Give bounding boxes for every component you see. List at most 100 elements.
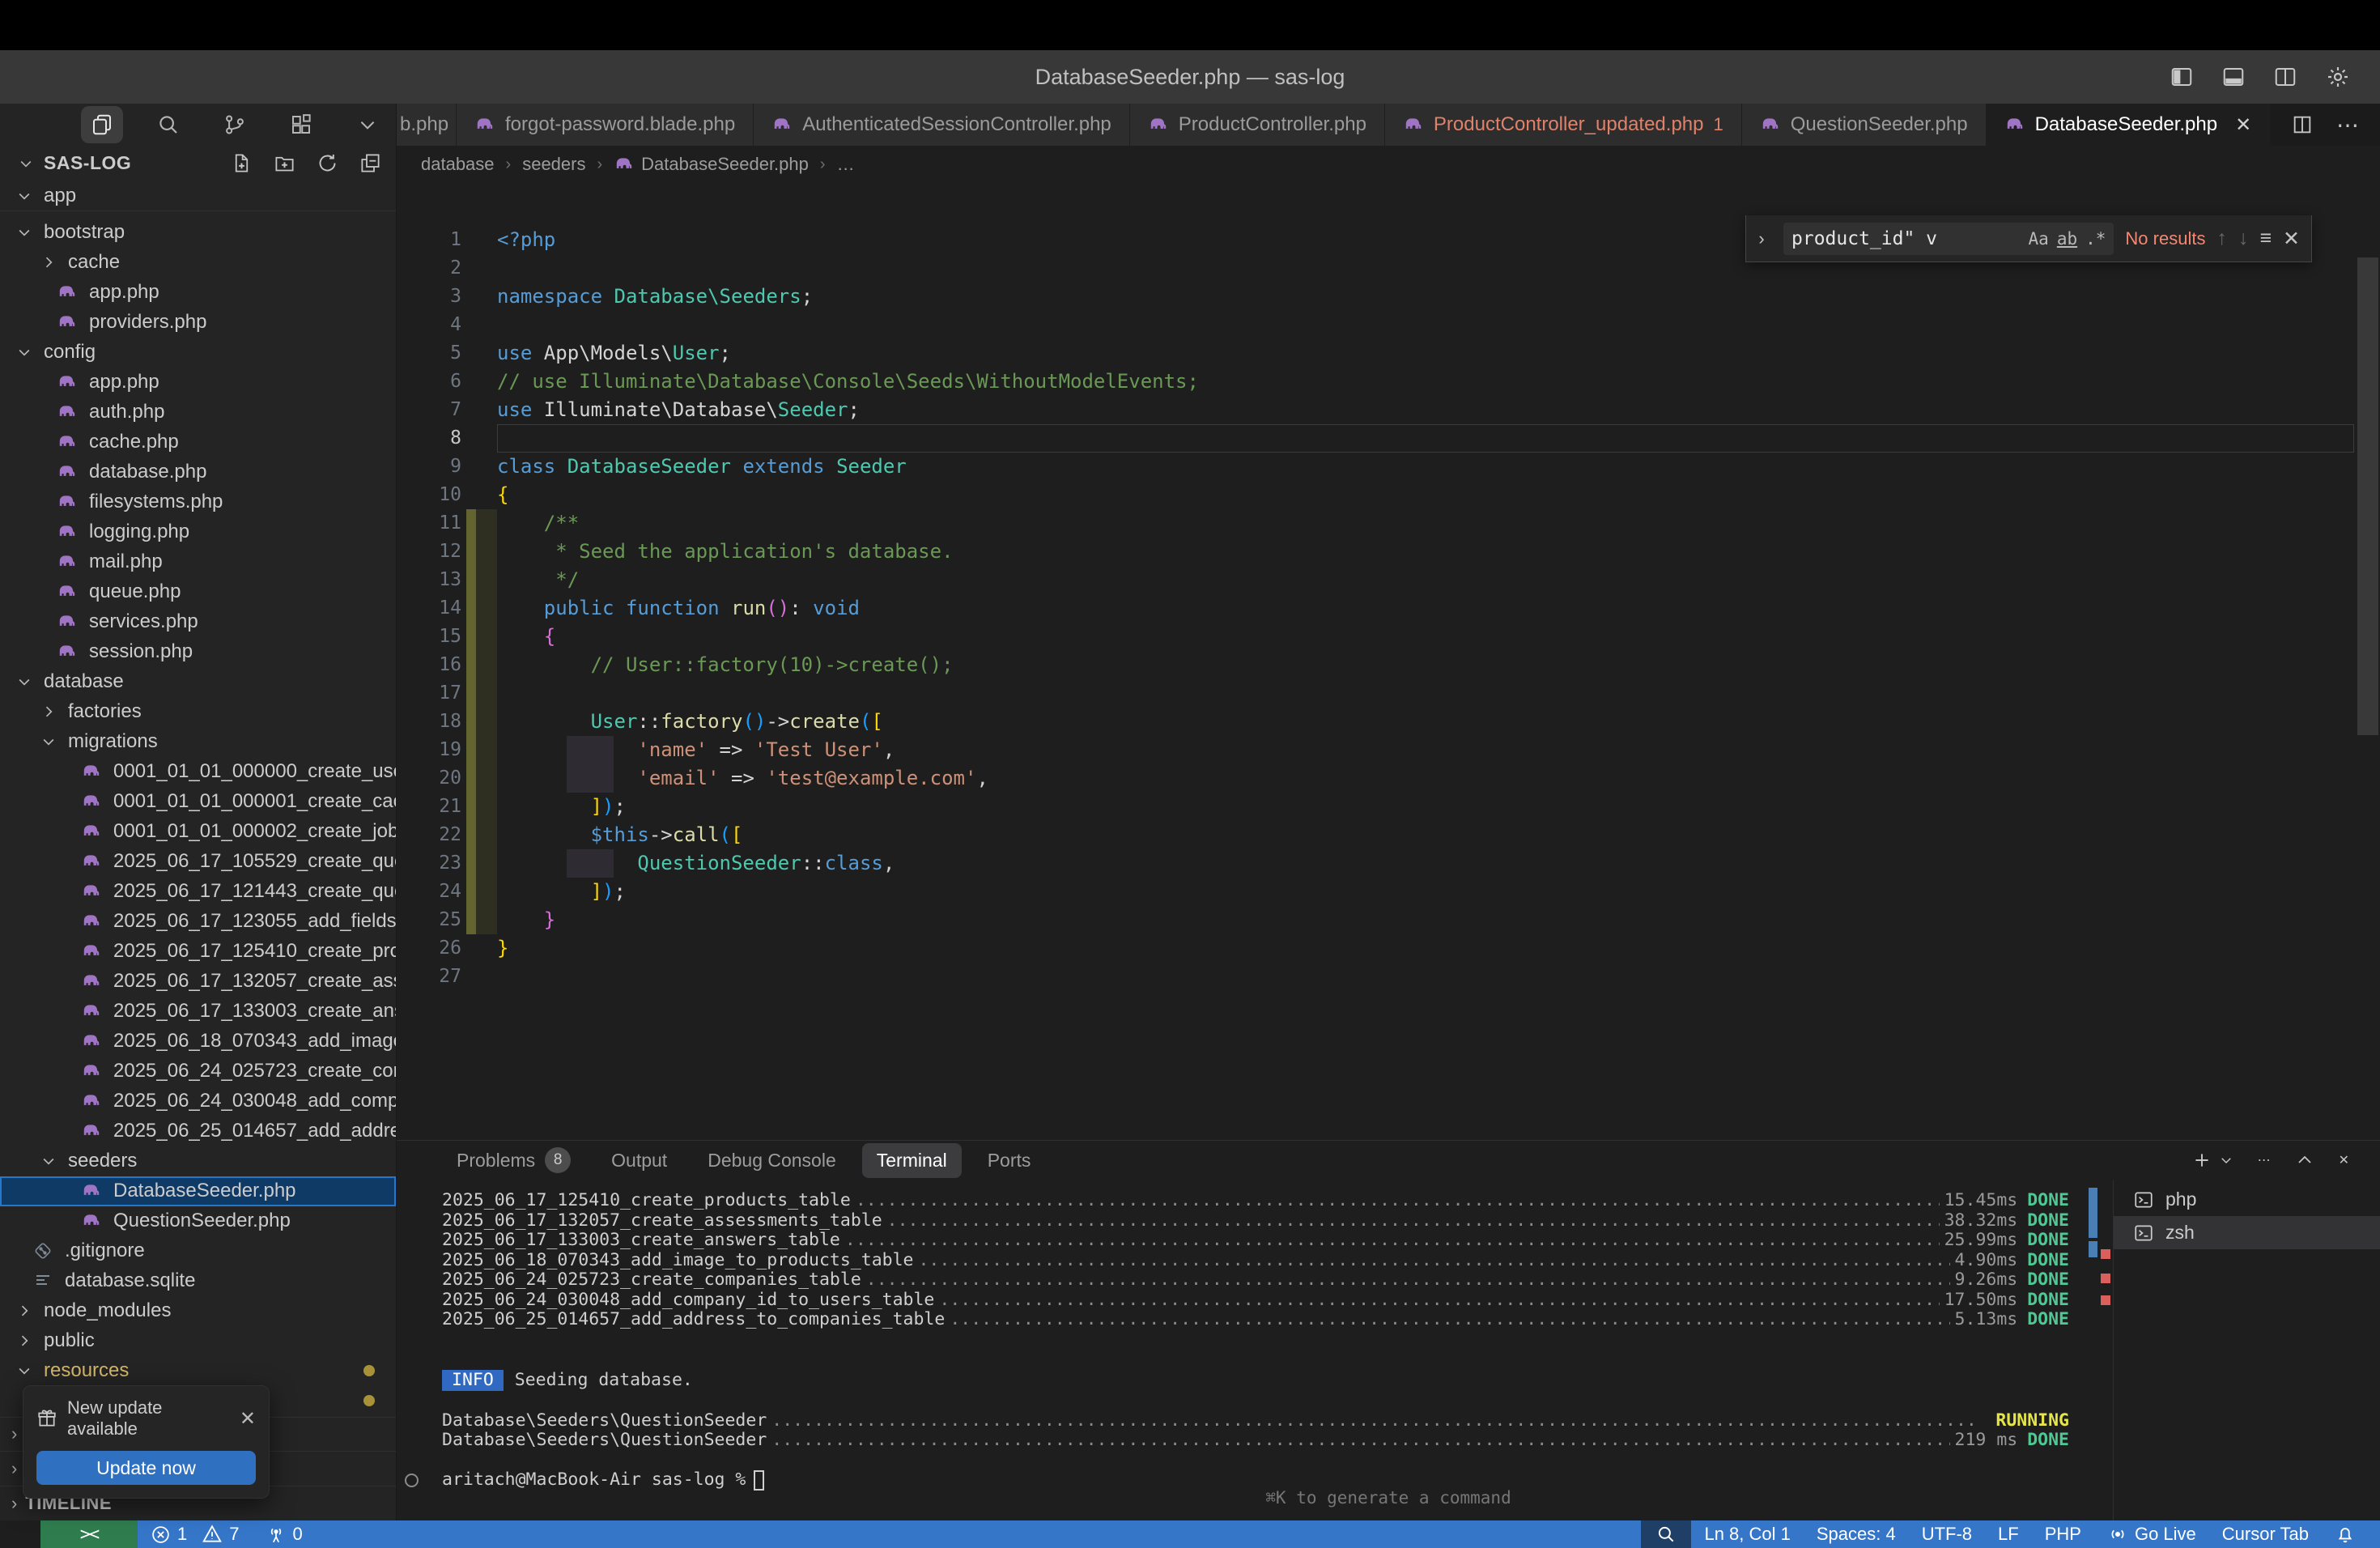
code-line[interactable]: 14 public function run(): void <box>397 594 2380 623</box>
code-line[interactable]: 16 // User::factory(10)->create(); <box>397 651 2380 679</box>
tree-item[interactable]: .gitignore <box>0 1236 396 1266</box>
code-line[interactable]: 9class DatabaseSeeder extends Seeder <box>397 453 2380 481</box>
code-line[interactable]: 17 <box>397 679 2380 708</box>
code-line[interactable]: 21 ]); <box>397 793 2380 821</box>
tree-item[interactable]: database.php <box>0 457 396 487</box>
split-editor-icon[interactable] <box>2291 113 2314 136</box>
update-now-button[interactable]: Update now <box>36 1451 256 1485</box>
toggle-secondary-sidebar-icon[interactable] <box>2273 65 2297 89</box>
tree-item[interactable]: factories <box>0 697 396 727</box>
editor-tab[interactable]: QuestionSeeder.php <box>1742 104 1987 146</box>
toggle-sidebar-icon[interactable] <box>2170 65 2194 89</box>
code-line[interactable]: 8 <box>397 424 2380 453</box>
find-close-icon[interactable]: ✕ <box>2283 227 2300 251</box>
code-line[interactable]: 20 'email' => 'test@example.com', <box>397 764 2380 793</box>
find-previous-icon[interactable]: ↑ <box>2216 227 2227 250</box>
panel-maximize-icon[interactable] <box>2295 1150 2314 1170</box>
tree-item[interactable]: 2025_06_17_132057_create_assessme... <box>0 967 396 997</box>
editor-scrollbar[interactable] <box>2357 257 2378 735</box>
code-line[interactable]: 19 'name' => 'Test User', <box>397 736 2380 764</box>
panel-tab[interactable]: Problems8 <box>442 1141 585 1180</box>
editor-tab[interactable]: ProductController.php <box>1130 104 1385 146</box>
notifications-bell-icon[interactable] <box>2322 1524 2369 1545</box>
terminal-instance[interactable]: zsh <box>2114 1216 2380 1249</box>
new-file-icon[interactable] <box>231 152 253 174</box>
tree-item[interactable]: 2025_06_17_123055_add_fields_to_u... <box>0 907 396 937</box>
tree-item[interactable]: providers.php <box>0 308 396 338</box>
breadcrumb[interactable]: database›seeders›DatabaseSeeder.php›… <box>397 146 2380 183</box>
tree-item[interactable]: database.sqlite <box>0 1266 396 1296</box>
close-icon[interactable]: ✕ <box>240 1407 256 1431</box>
editor-tab[interactable]: forgot-password.blade.php <box>457 104 754 146</box>
tree-item[interactable]: 2025_06_17_133003_create_answers_... <box>0 997 396 1027</box>
go-live-button[interactable]: Go Live <box>2094 1524 2209 1545</box>
ports-status[interactable]: 0 <box>253 1524 316 1545</box>
tree-item[interactable]: 2025_06_24_030048_add_company_... <box>0 1087 396 1116</box>
code-line[interactable]: 11 /** <box>397 509 2380 538</box>
tree-item[interactable]: logging.php <box>0 517 396 547</box>
new-terminal-icon[interactable] <box>2191 1150 2233 1171</box>
tree-item[interactable]: filesystems.php <box>0 487 396 517</box>
new-folder-icon[interactable] <box>274 152 295 174</box>
refresh-icon[interactable] <box>317 152 338 174</box>
code-editor[interactable]: 1<?php23namespace Database\Seeders;45use… <box>397 183 2380 1140</box>
tree-item[interactable]: cache.php <box>0 427 396 457</box>
find-in-selection-icon[interactable]: ≡ <box>2259 227 2272 250</box>
code-line[interactable]: 24 ]); <box>397 878 2380 906</box>
tree-item[interactable]: 2025_06_24_025723_create_compan... <box>0 1057 396 1087</box>
tree-item[interactable]: 0001_01_01_000002_create_jobs_tab... <box>0 817 396 847</box>
encoding[interactable]: UTF-8 <box>1909 1524 1985 1545</box>
remote-indicator[interactable]: >< <box>40 1520 138 1548</box>
breadcrumb-item[interactable]: … <box>837 154 855 175</box>
panel-tab[interactable]: Ports <box>973 1143 1046 1178</box>
tree-item[interactable]: cache <box>0 248 396 278</box>
find-input[interactable]: product_id" v Aa ab .* <box>1783 223 2114 255</box>
editor-tab[interactable]: ProductController_updated.php1 <box>1385 104 1742 146</box>
code-line[interactable]: 22 $this->call([ <box>397 821 2380 849</box>
tree-item[interactable]: migrations <box>0 727 396 757</box>
panel-tab[interactable]: Terminal <box>862 1143 962 1178</box>
editor-tab[interactable]: b.php <box>397 104 457 146</box>
tree-item[interactable]: config <box>0 338 396 368</box>
tree-item[interactable]: 2025_06_17_121443_create_questions... <box>0 877 396 907</box>
tree-item[interactable]: database <box>0 667 396 697</box>
toggle-panel-icon[interactable] <box>2221 65 2246 89</box>
problems-status[interactable]: 1 7 <box>138 1524 253 1545</box>
breadcrumb-item[interactable]: seeders <box>522 154 585 175</box>
editor-tab[interactable]: AuthenticatedSessionController.php <box>754 104 1130 146</box>
terminal-scrollbar-decorations[interactable] <box>2087 1180 2113 1520</box>
match-case-icon[interactable]: Aa <box>2029 229 2049 249</box>
tree-item[interactable]: 2025_06_17_105529_create_question... <box>0 847 396 877</box>
tree-item[interactable]: QuestionSeeder.php <box>0 1206 396 1236</box>
terminal-output[interactable]: 2025_06_17_125410_create_products_table.… <box>397 1180 2087 1520</box>
tree-item[interactable]: app <box>0 181 396 211</box>
code-line[interactable]: 26} <box>397 934 2380 963</box>
tree-item[interactable]: app.php <box>0 368 396 398</box>
code-line[interactable]: 6// use Illuminate\Database\Console\Seed… <box>397 368 2380 396</box>
tree-item[interactable]: mail.php <box>0 547 396 577</box>
tree-item[interactable]: resources <box>0 1356 396 1386</box>
code-line[interactable]: 12 * Seed the application's database. <box>397 538 2380 566</box>
tree-item[interactable]: queue.php <box>0 577 396 607</box>
editor-more-actions-icon[interactable]: ⋯ <box>2336 112 2359 138</box>
code-line[interactable]: 3namespace Database\Seeders; <box>397 283 2380 311</box>
panel-tab[interactable]: Output <box>597 1143 682 1178</box>
extensions-icon[interactable] <box>280 106 322 143</box>
tree-item[interactable]: public <box>0 1326 396 1356</box>
find-next-icon[interactable]: ↓ <box>2238 227 2249 250</box>
tree-item[interactable]: bootstrap <box>0 218 396 248</box>
code-line[interactable]: 7use Illuminate\Database\Seeder; <box>397 396 2380 424</box>
source-control-icon[interactable] <box>214 106 256 143</box>
panel-more-actions-icon[interactable]: ⋯ <box>2258 1152 2271 1168</box>
code-line[interactable]: 5use App\Models\User; <box>397 339 2380 368</box>
whole-word-icon[interactable]: ab <box>2057 229 2077 249</box>
code-line[interactable]: 13 */ <box>397 566 2380 594</box>
tree-item[interactable]: 0001_01_01_000001_create_cache_ta... <box>0 787 396 817</box>
code-line[interactable]: 27 <box>397 963 2380 991</box>
settings-gear-icon[interactable] <box>2325 64 2351 90</box>
code-line[interactable]: 23 QuestionSeeder::class, <box>397 849 2380 878</box>
code-line[interactable]: 15 { <box>397 623 2380 651</box>
collapse-all-icon[interactable] <box>359 152 381 174</box>
tree-item[interactable]: 0001_01_01_000000_create_users_ta... <box>0 757 396 787</box>
tree-item[interactable]: DatabaseSeeder.php <box>0 1176 396 1206</box>
